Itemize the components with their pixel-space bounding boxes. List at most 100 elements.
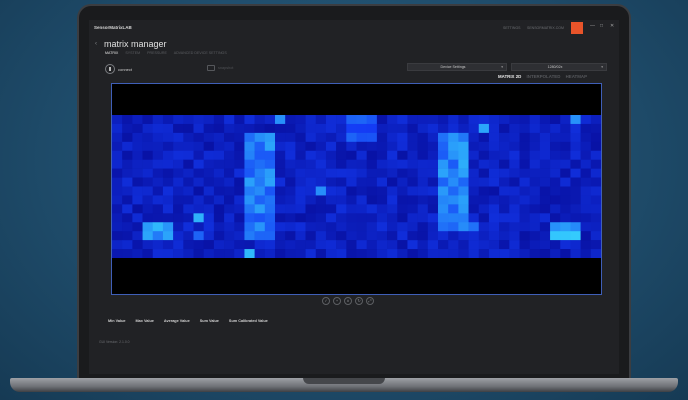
snapshot-button[interactable]: snapshot — [207, 65, 233, 71]
connect-button[interactable]: connect — [105, 64, 132, 74]
heatmap-cell — [356, 177, 367, 187]
heatmap-cell — [427, 168, 439, 178]
tab-pressure[interactable]: PRESSURE — [147, 51, 167, 55]
heatmap-cell — [407, 132, 418, 143]
heatmap-cell — [346, 222, 357, 232]
heatmap-cell — [529, 231, 541, 241]
settings-link[interactable]: SETTINGS — [503, 26, 521, 30]
tab-system[interactable]: SYSTEM — [125, 51, 140, 55]
back-arrow-icon[interactable]: ‹ — [95, 41, 97, 47]
rotate-icon[interactable]: ↻ — [355, 297, 363, 305]
heatmap-cell — [407, 159, 418, 169]
heatmap-cell — [285, 213, 296, 223]
heatmap-cell — [224, 231, 235, 241]
grid-icon[interactable]: # — [344, 297, 352, 305]
heatmap-cell — [315, 249, 327, 258]
tab-heatmap[interactable]: HEATMAP — [566, 74, 587, 79]
heatmap-cell — [397, 231, 408, 241]
heatmap-cell — [173, 150, 184, 160]
heatmap-cell — [417, 177, 429, 187]
heatmap-cell — [387, 186, 398, 196]
heatmap-cell — [285, 177, 296, 187]
heatmap-cell — [275, 249, 286, 258]
heatmap-cell — [550, 177, 561, 187]
heatmap-cell — [142, 141, 154, 152]
heatmap-cell — [427, 240, 439, 250]
heatmap-cell — [152, 222, 164, 232]
heatmap-cell — [376, 249, 388, 258]
heatmap-cell — [112, 141, 123, 152]
heatmap-cell — [458, 195, 469, 205]
heatmap-cell — [183, 249, 194, 258]
minimize-icon[interactable]: — — [590, 24, 595, 29]
heatmap-cell — [305, 213, 317, 223]
heatmap-chart[interactable] — [112, 115, 601, 258]
device-settings-select[interactable]: Device Settings ▾ — [407, 63, 507, 71]
heatmap-cell — [122, 115, 133, 125]
heatmap-cell — [234, 222, 245, 232]
heatmap-cell — [356, 186, 367, 196]
heatmap-cell — [570, 231, 581, 241]
heatmap-cell — [285, 159, 296, 169]
heatmap-cell — [315, 168, 327, 178]
tab-interpolated[interactable]: INTERPOLATED — [527, 74, 561, 79]
heatmap-cell — [142, 213, 154, 223]
heatmap-cell — [550, 249, 561, 258]
tab-matrix[interactable]: MATRIX — [105, 51, 118, 55]
heatmap-cell — [295, 222, 306, 232]
crosshair-icon[interactable]: + — [333, 297, 341, 305]
heatmap-cell — [560, 150, 571, 160]
heatmap-cell — [336, 115, 347, 125]
heatmap-cell — [468, 177, 480, 187]
heatmap-cell — [295, 132, 306, 143]
tab-advanced-device-settings[interactable]: ADVANCED DEVICE SETTINGS — [174, 51, 227, 55]
heatmap-cell — [468, 186, 480, 196]
heatmap-cell — [234, 204, 245, 214]
website-link[interactable]: SENSORMATRIX.COM — [527, 26, 564, 30]
heatmap-cell — [448, 159, 459, 169]
heatmap-cell — [152, 240, 164, 250]
heatmap-cell — [173, 141, 184, 152]
heatmap-cell — [173, 168, 184, 178]
heatmap-cell — [366, 204, 378, 214]
heatmap-cell — [193, 204, 204, 214]
heatmap-cell — [539, 141, 551, 152]
heatmap-cell — [264, 240, 276, 250]
heatmap-cell — [152, 186, 164, 196]
maximize-icon[interactable]: □ — [600, 24, 603, 29]
heatmap-cell — [570, 213, 581, 223]
heatmap-cell — [539, 204, 551, 214]
heatmap-cell — [254, 132, 266, 143]
heatmap-cell — [539, 186, 551, 196]
expand-icon[interactable]: ⤢ — [366, 297, 374, 305]
heatmap-cell — [427, 249, 439, 258]
heatmap-cell — [376, 123, 388, 134]
check-icon[interactable]: ✓ — [322, 297, 330, 305]
heatmap-cell — [366, 132, 378, 143]
close-icon[interactable]: ✕ — [610, 24, 614, 29]
heatmap-cell — [122, 132, 133, 143]
heatmap-cell — [132, 240, 143, 250]
heatmap-cell — [183, 123, 194, 134]
tab-matrix-2d[interactable]: MATRIX 2D — [498, 74, 521, 79]
heatmap-cell — [152, 115, 164, 125]
heatmap-cell — [509, 249, 520, 258]
heatmap-cell — [539, 222, 551, 232]
heatmap-cell — [468, 222, 480, 232]
heatmap-cell — [132, 177, 143, 187]
heatmap-cell — [488, 141, 500, 152]
heatmap-cell — [387, 132, 398, 143]
heatmap-cell — [305, 123, 317, 134]
heatmap-cell — [264, 231, 276, 241]
heatmap-cell — [234, 213, 245, 223]
baud-rate-select[interactable]: 1280/02x ▾ — [511, 63, 607, 71]
heatmap-cell — [448, 231, 459, 241]
heatmap-cell — [478, 123, 490, 134]
heatmap-cell — [468, 150, 480, 160]
heatmap-cell — [142, 177, 154, 187]
heatmap-cell — [213, 186, 225, 196]
heatmap-cell — [448, 115, 459, 125]
heatmap-cell — [387, 123, 398, 134]
heatmap-cell — [458, 141, 469, 152]
heatmap-cell — [580, 195, 592, 205]
